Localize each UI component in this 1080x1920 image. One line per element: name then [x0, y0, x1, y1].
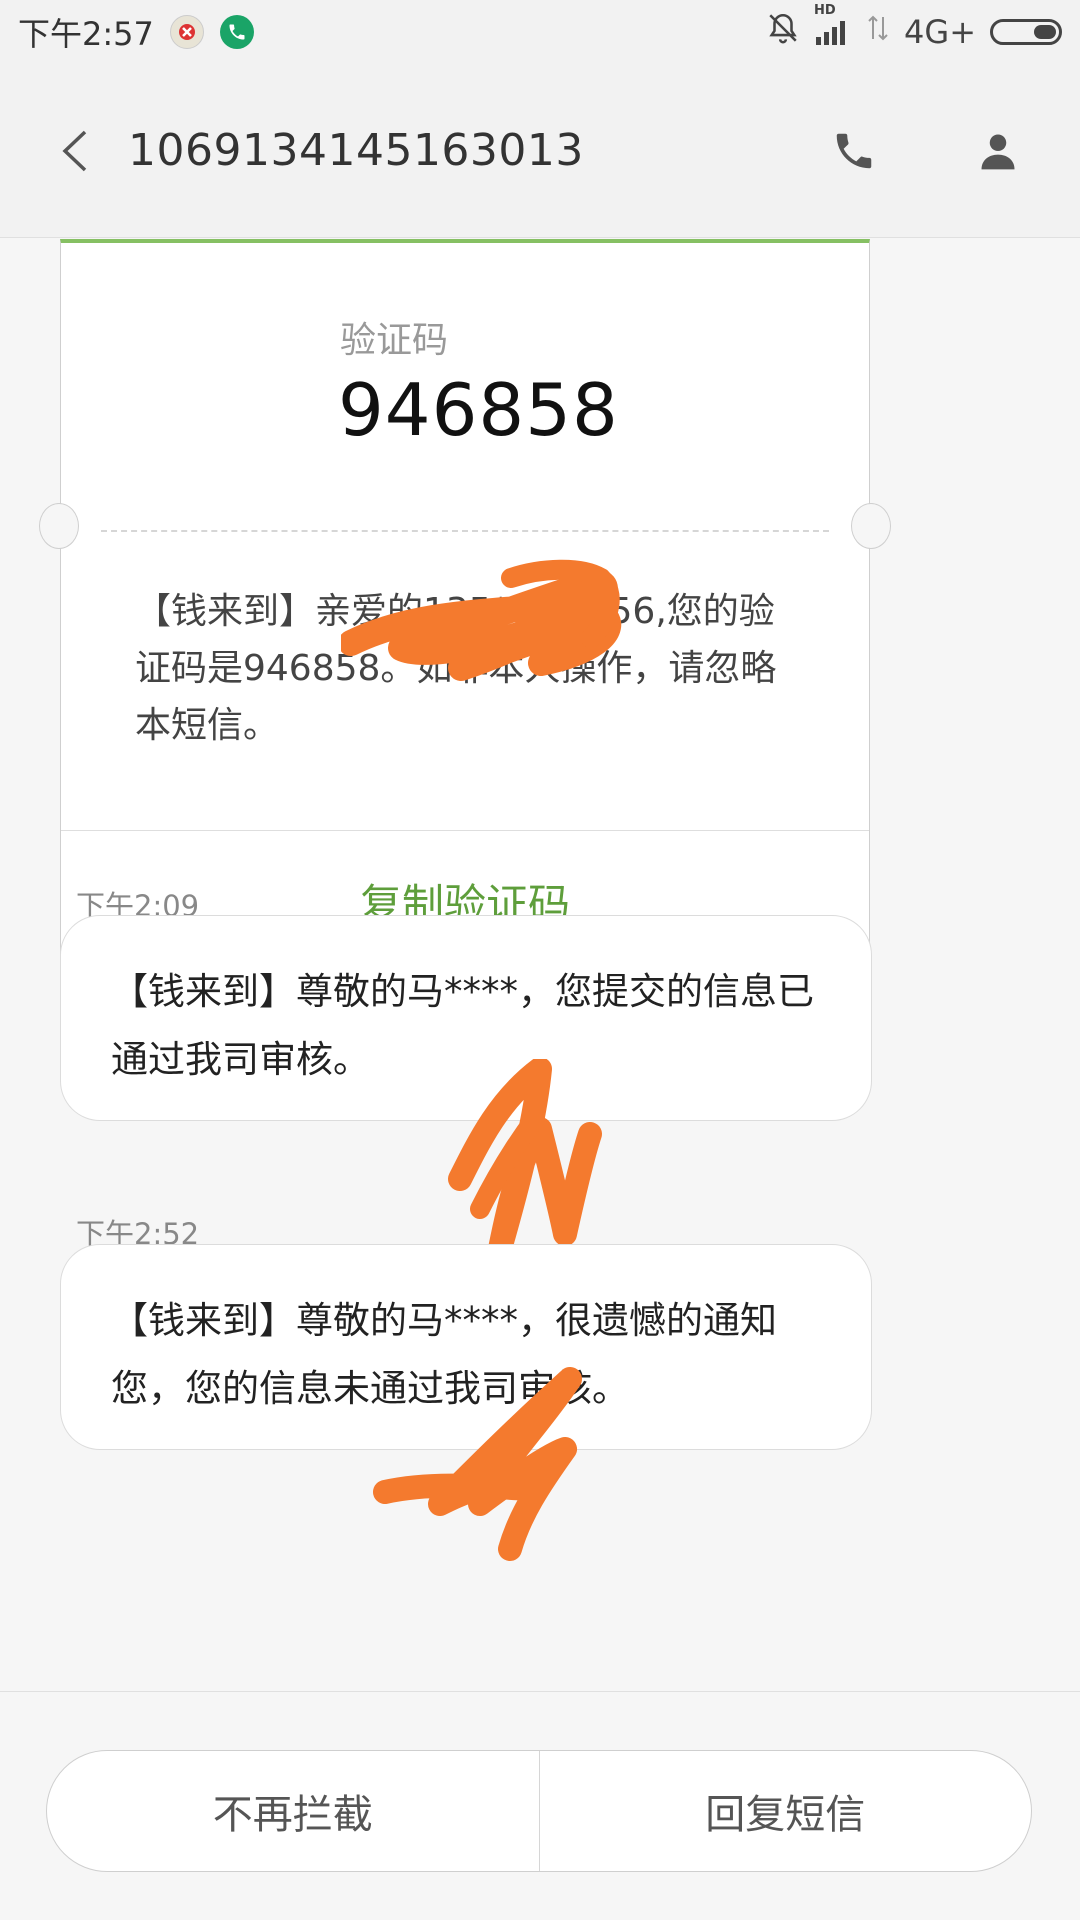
message-text: 【钱来到】尊敬的马****，很遗憾的通知您，您的信息未通过我司审核。 — [111, 1299, 777, 1410]
status-bar: 下午2:57 HD 4G+ — [0, 0, 1080, 64]
sender-number: 1069134145163013 — [128, 125, 584, 176]
verification-code[interactable]: 946858 — [338, 368, 619, 452]
status-right: HD 4G+ — [766, 3, 1062, 53]
call-button[interactable] — [812, 109, 896, 193]
message-bubble[interactable]: 【钱来到】尊敬的马****，很遗憾的通知您，您的信息未通过我司审核。 — [60, 1244, 872, 1450]
perforation-divider — [101, 530, 829, 532]
signal-icon: HD — [814, 3, 852, 47]
action-button-group: 不再拦截 回复短信 — [46, 1750, 1032, 1872]
battery-icon — [990, 19, 1062, 45]
hd-label: HD — [814, 3, 836, 18]
phone-icon — [836, 133, 872, 168]
person-icon — [981, 134, 1015, 169]
status-left: 下午2:57 — [18, 9, 254, 55]
message-bubble[interactable]: 【钱来到】尊敬的马****，您提交的信息已通过我司审核。 — [60, 915, 872, 1121]
verification-code-card: 验证码 946858 【钱来到】亲爱的135****5856,您的验证码是946… — [39, 239, 891, 969]
chevron-left-icon — [62, 130, 87, 171]
data-transfer-icon — [866, 13, 890, 51]
reply-sms-button[interactable]: 回复短信 — [540, 1751, 1032, 1871]
bottom-action-bar: 不再拦截 回复短信 — [0, 1691, 1080, 1920]
contact-button[interactable] — [956, 109, 1040, 193]
unblock-button[interactable]: 不再拦截 — [47, 1751, 539, 1871]
conversation-header: 1069134145163013 — [0, 64, 1080, 238]
status-time: 下午2:57 — [18, 15, 154, 53]
code-label: 验证码 — [340, 320, 449, 361]
ticket-notch-right — [851, 503, 891, 549]
code-message-text[interactable]: 【钱来到】亲爱的135****5856,您的验证码是946858。如非本人操作，… — [135, 583, 805, 754]
app-notification-icon — [169, 15, 204, 49]
message-list[interactable]: 验证码 946858 【钱来到】亲爱的135****5856,您的验证码是946… — [0, 239, 1080, 1691]
network-type: 4G+ — [904, 13, 976, 51]
back-button[interactable] — [30, 101, 120, 201]
header-actions — [812, 109, 1040, 193]
message-text: 【钱来到】尊敬的马****，您提交的信息已通过我司审核。 — [111, 970, 814, 1081]
mute-icon — [766, 11, 800, 53]
call-notification-icon — [219, 15, 254, 49]
ticket-notch-left — [39, 503, 79, 549]
